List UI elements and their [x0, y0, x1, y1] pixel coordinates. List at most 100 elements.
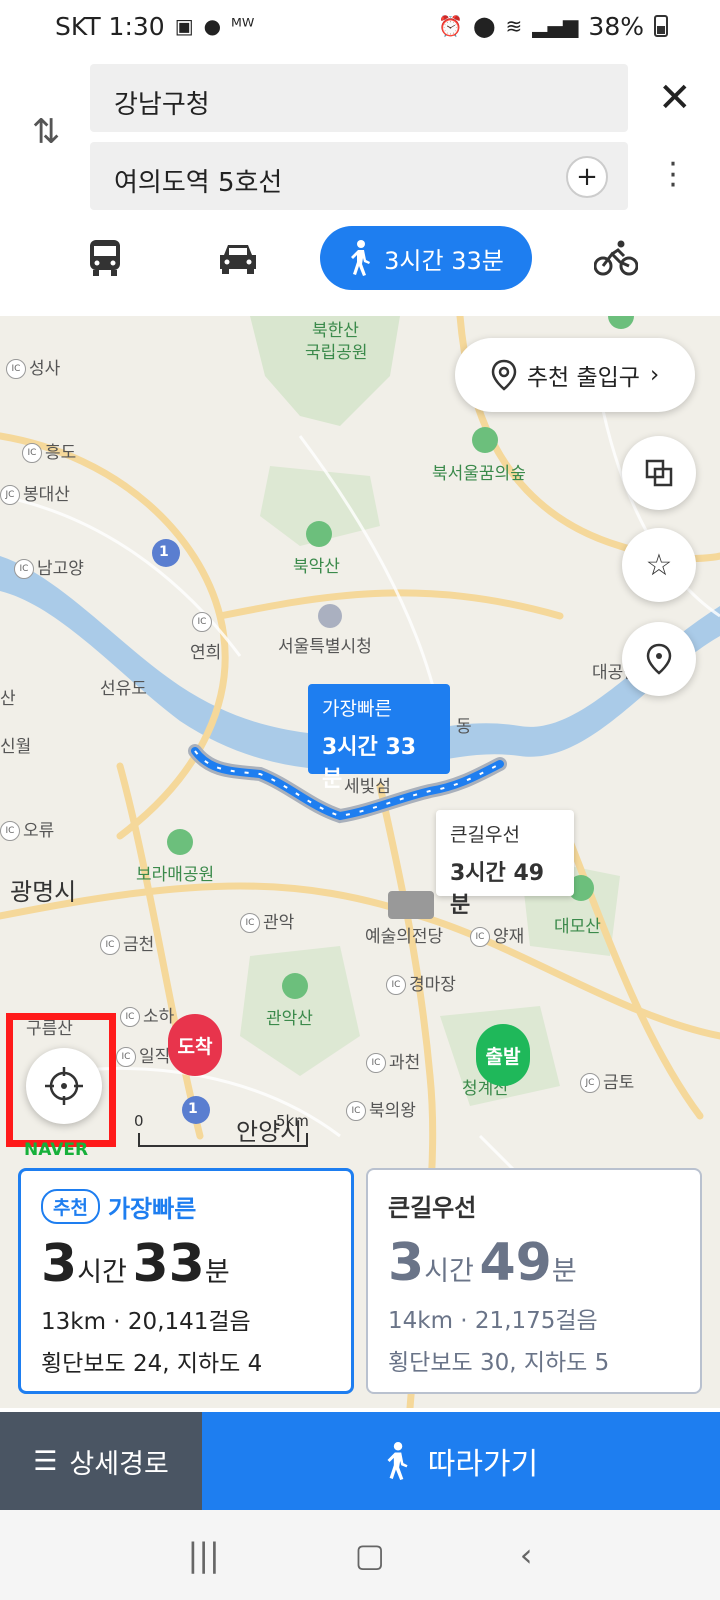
- route-card-fastest[interactable]: 추천 가장빠른 3시간 33분 13km · 20,141걸음 횡단보도 24,…: [18, 1168, 354, 1394]
- map-label: IC 오류: [0, 816, 54, 841]
- arrival-pin[interactable]: 도착: [168, 1014, 222, 1076]
- list-icon: ☰: [33, 1445, 58, 1477]
- map-label: 예술의전당: [365, 927, 444, 947]
- signal-icon: ▂▄▆: [532, 14, 579, 38]
- map-label: IC 남고양: [14, 554, 84, 579]
- location-icon: ⬤: [473, 14, 496, 38]
- transport-mode-tabs: 3시간 33분: [0, 226, 720, 290]
- map-label: IC 흥도: [22, 438, 76, 463]
- destination-text: 여의도역 5호선: [114, 168, 283, 198]
- alarm-icon: ⏰: [438, 14, 464, 38]
- tab-bus[interactable]: [80, 226, 130, 290]
- tab-walk[interactable]: 3시간 33분: [320, 226, 532, 290]
- bike-icon: [594, 240, 638, 276]
- naver-logo: NAVER: [24, 1140, 89, 1160]
- carrier-time: SKT 1:30: [55, 11, 165, 41]
- map-label: IC 경마장: [386, 970, 456, 995]
- layers-icon: [645, 459, 673, 487]
- map-pin-icon: [491, 359, 517, 391]
- tooltip-time: 3시간 49분: [450, 861, 545, 918]
- bus-icon: [90, 240, 120, 276]
- more-menu-icon[interactable]: · · ·: [668, 150, 678, 201]
- map-label: 산: [0, 689, 16, 709]
- subway-line-badge: 1: [188, 1101, 198, 1117]
- map-label: 관악산: [266, 1009, 313, 1029]
- status-bar: SKT 1:30 ▣ ● ᴹᵂ ⏰ ⬤ ≋ ▂▄▆ 38%: [0, 0, 720, 52]
- route-crossings: 횡단보도 24, 지하도 4: [41, 1351, 263, 1377]
- pin-button[interactable]: [622, 622, 696, 696]
- tooltip-time: 3시간 33분: [322, 735, 417, 792]
- route-title: 큰길우선: [388, 1194, 477, 1222]
- route-duration: 3시간 49분: [388, 1233, 577, 1293]
- map-label: 신월: [0, 737, 32, 757]
- map-label: 서울특별시청: [278, 637, 372, 657]
- tab-bike[interactable]: [588, 226, 644, 290]
- mw-icon: ᴹᵂ: [231, 14, 255, 38]
- close-icon[interactable]: ✕: [658, 78, 692, 118]
- map-label: IC 소하: [120, 1002, 174, 1027]
- map-label: IC 북의왕: [346, 1096, 416, 1121]
- layer-button[interactable]: [622, 436, 696, 510]
- image-icon: ▣: [174, 14, 194, 38]
- map-label: 광명시: [10, 878, 77, 906]
- car-icon: [220, 245, 256, 274]
- scale-start-label: 0: [134, 1112, 144, 1130]
- follow-label: 따라가기: [427, 1447, 539, 1482]
- detail-route-label: 상세경로: [69, 1448, 169, 1480]
- map-label: 북서울꿈의숲: [432, 464, 526, 484]
- map-label: JC 봉대산: [0, 480, 70, 505]
- main-road-route-tooltip[interactable]: 큰길우선 3시간 49분: [436, 810, 574, 918]
- route-distance: 13km · 20,141걸음: [41, 1309, 251, 1335]
- route-title: 가장빠른: [107, 1195, 197, 1223]
- wifi-icon: ≋: [505, 14, 523, 38]
- map-label: 국립공원: [305, 343, 368, 363]
- add-waypoint-button[interactable]: +: [566, 156, 608, 198]
- walk-icon: [351, 240, 371, 276]
- map-label: 북악산: [293, 557, 340, 577]
- map-label: IC 일직: [116, 1042, 170, 1067]
- departure-pin[interactable]: 출발: [476, 1024, 530, 1086]
- location-pin-icon: [646, 643, 672, 675]
- chevron-right-icon: ›: [649, 362, 660, 388]
- map-label: IC 과천: [366, 1048, 420, 1073]
- walk-time: 3시간 33분: [384, 246, 504, 275]
- highlight-box: [6, 1013, 116, 1147]
- origin-text: 강남구청: [114, 90, 210, 120]
- follow-navigation-button[interactable]: 따라가기: [202, 1412, 720, 1510]
- map-label: JC 금토: [580, 1068, 634, 1093]
- route-crossings: 횡단보도 30, 지하도 5: [388, 1350, 610, 1376]
- map-label: 대모산: [554, 917, 601, 937]
- swap-direction-icon[interactable]: ⇅: [26, 112, 66, 162]
- map-label: 동: [456, 717, 472, 737]
- map-label: IC: [192, 612, 215, 632]
- map-label: IC 성사: [6, 354, 60, 379]
- fastest-route-tooltip[interactable]: 가장빠른 3시간 33분: [308, 684, 450, 792]
- detail-route-button[interactable]: ☰ 상세경로: [0, 1412, 202, 1510]
- route-card-main-road[interactable]: 큰길우선 3시간 49분 14km · 21,175걸음 횡단보도 30, 지하…: [366, 1168, 702, 1394]
- map-label: IC 관악: [240, 908, 294, 933]
- back-icon[interactable]: ‹: [520, 1536, 533, 1574]
- home-icon[interactable]: ▢: [355, 1536, 385, 1574]
- recommended-badge: 추천: [41, 1189, 100, 1224]
- scale-end-label: 5km: [276, 1112, 309, 1130]
- map-label: IC 금천: [100, 930, 154, 955]
- entrance-label: 추천 출입구: [526, 365, 640, 391]
- walk-icon: [387, 1442, 408, 1480]
- map-scale-bar: [138, 1133, 308, 1147]
- route-duration: 3시간 33분: [41, 1234, 230, 1294]
- map-label: 보라매공원: [136, 865, 215, 885]
- favorite-button[interactable]: ☆: [622, 528, 696, 602]
- tooltip-label: 가장빠른: [322, 698, 392, 720]
- map-label: 연희: [190, 643, 222, 663]
- star-icon: ☆: [645, 547, 673, 583]
- recommended-entrance-button[interactable]: 추천 출입구 ›: [455, 338, 695, 412]
- destination-field[interactable]: 여의도역 5호선 +: [90, 142, 628, 210]
- origin-field[interactable]: 강남구청: [90, 64, 628, 132]
- recent-apps-icon[interactable]: |||: [187, 1536, 219, 1574]
- system-nav-bar: ||| ▢ ‹: [0, 1510, 720, 1600]
- tooltip-label: 큰길우선: [450, 824, 520, 846]
- battery-icon: [654, 15, 668, 37]
- chat-icon: ●: [203, 14, 222, 38]
- battery-percent: 38%: [588, 11, 644, 41]
- tab-car[interactable]: [210, 226, 266, 290]
